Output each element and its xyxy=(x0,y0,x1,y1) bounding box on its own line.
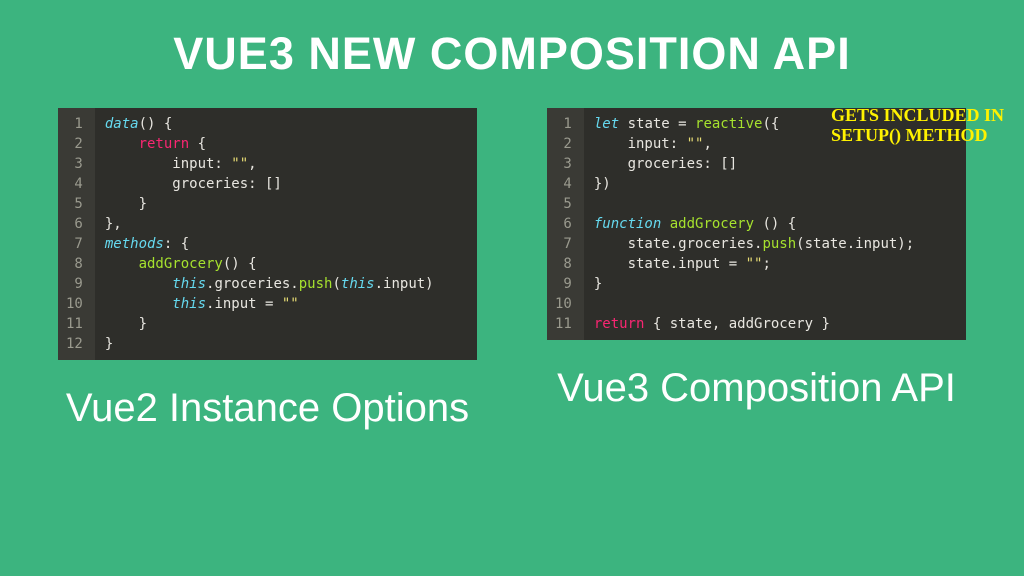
code-token: ( xyxy=(332,276,340,292)
line-number: 4 xyxy=(62,174,87,194)
code-token: } xyxy=(594,276,602,292)
line-number: 3 xyxy=(551,154,576,174)
line-number: 1 xyxy=(62,114,87,134)
code-token: () { xyxy=(139,116,173,132)
code-token: this xyxy=(341,276,375,292)
code-token: .groceries. xyxy=(206,276,299,292)
code-token: let xyxy=(594,116,619,132)
code-token: return xyxy=(594,316,645,332)
code-token: "" xyxy=(687,136,704,152)
line-number: 8 xyxy=(551,254,576,274)
line-number: 7 xyxy=(551,234,576,254)
code-token: addGrocery xyxy=(139,256,223,272)
code-token: .input = xyxy=(206,296,282,312)
code-token: "" xyxy=(231,156,248,172)
code-token: : { xyxy=(164,236,189,252)
code-token: input: xyxy=(594,136,687,152)
code-token: input: xyxy=(105,156,231,172)
code-token: } xyxy=(105,316,147,332)
code-token: () { xyxy=(754,216,796,232)
code-token: (state.input); xyxy=(796,236,914,252)
left-gutter: 123456789101112 xyxy=(58,108,95,360)
line-number: 6 xyxy=(62,214,87,234)
code-token: "" xyxy=(282,296,299,312)
handwritten-annotation: GETS INCLUDED IN SETUP() METHOD xyxy=(831,106,1011,146)
code-token: groceries: [] xyxy=(105,176,282,192)
code-token: return xyxy=(139,136,190,152)
columns-wrap: 123456789101112 data() { return { input:… xyxy=(0,88,1024,432)
code-token: function xyxy=(594,216,661,232)
code-token: ({ xyxy=(762,116,779,132)
code-token: }, xyxy=(105,216,122,232)
code-token: "" xyxy=(746,256,763,272)
line-number: 10 xyxy=(551,294,576,314)
line-number: 1 xyxy=(551,114,576,134)
code-token: } xyxy=(105,196,147,212)
line-number: 4 xyxy=(551,174,576,194)
code-token: state = xyxy=(619,116,695,132)
left-code: data() { return { input: "", groceries: … xyxy=(95,108,444,360)
right-gutter: 1234567891011 xyxy=(547,108,584,340)
line-number: 5 xyxy=(62,194,87,214)
line-number: 11 xyxy=(62,314,87,334)
line-number: 8 xyxy=(62,254,87,274)
line-number: 2 xyxy=(62,134,87,154)
left-column: 123456789101112 data() { return { input:… xyxy=(58,108,477,432)
line-number: 11 xyxy=(551,314,576,334)
code-token: state.input = xyxy=(594,256,746,272)
code-token: groceries: [] xyxy=(594,156,737,172)
line-number: 7 xyxy=(62,234,87,254)
line-number: 3 xyxy=(62,154,87,174)
line-number: 9 xyxy=(62,274,87,294)
code-token: this xyxy=(172,276,206,292)
slide-title: VUE3 NEW COMPOSITION API xyxy=(0,0,1024,88)
code-token: push xyxy=(762,236,796,252)
left-subtitle: Vue2 Instance Options xyxy=(58,384,477,432)
code-token: data xyxy=(105,116,139,132)
code-token: , xyxy=(248,156,256,172)
code-token: push xyxy=(299,276,333,292)
code-token: }) xyxy=(594,176,611,192)
line-number: 2 xyxy=(551,134,576,154)
code-token: addGrocery xyxy=(670,216,754,232)
code-token: , xyxy=(703,136,711,152)
right-column: GETS INCLUDED IN SETUP() METHOD 12345678… xyxy=(547,108,966,432)
right-subtitle: Vue3 Composition API xyxy=(547,364,966,412)
line-number: 9 xyxy=(551,274,576,294)
code-token: ; xyxy=(762,256,770,272)
line-number: 10 xyxy=(62,294,87,314)
code-token: { xyxy=(189,136,206,152)
code-token: { state, addGrocery } xyxy=(644,316,829,332)
code-token: state.groceries. xyxy=(594,236,763,252)
code-token: methods xyxy=(105,236,164,252)
line-number: 6 xyxy=(551,214,576,234)
left-code-block: 123456789101112 data() { return { input:… xyxy=(58,108,477,360)
line-number: 5 xyxy=(551,194,576,214)
code-token: () { xyxy=(223,256,257,272)
code-token: .input) xyxy=(375,276,434,292)
code-token: reactive xyxy=(695,116,762,132)
line-number: 12 xyxy=(62,334,87,354)
code-token: } xyxy=(105,336,113,352)
code-token: this xyxy=(172,296,206,312)
